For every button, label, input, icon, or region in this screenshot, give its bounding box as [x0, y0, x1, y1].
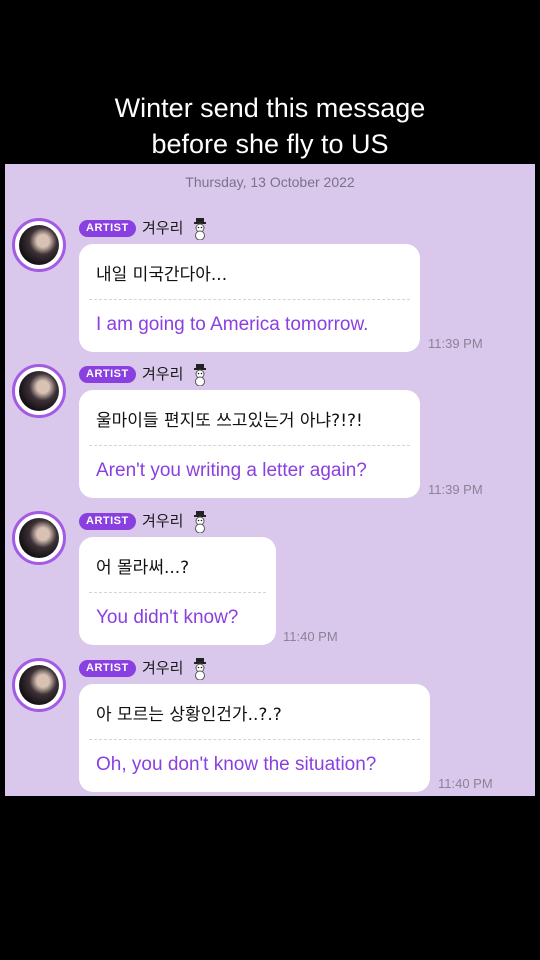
- message-translation: You didn't know?: [96, 607, 239, 628]
- sender-name: 겨우리: [142, 659, 184, 677]
- message-translation: Oh, you don't know the situation?: [96, 754, 377, 775]
- bubble-divider: [89, 739, 420, 740]
- avatar[interactable]: [12, 218, 66, 272]
- bubble-divider: [89, 592, 266, 593]
- artist-badge: ARTIST: [79, 366, 136, 383]
- date-divider: Thursday, 13 October 2022: [185, 174, 355, 190]
- message-bubble[interactable]: 아 모르는 상황인건가..?.? Oh, you don't know the …: [79, 684, 430, 792]
- caption-line-1: Winter send this message: [114, 93, 426, 123]
- message-original-text: 울마이들 편지또 쓰고있는거 아냐?!?!: [96, 411, 363, 431]
- message-original-text: 어 몰라써...?: [96, 558, 190, 578]
- sender-name: 겨우리: [142, 365, 184, 383]
- sender-name: 겨우리: [142, 512, 184, 530]
- chat-screenshot: Thursday, 13 October 2022 ARTIST 겨우리 내일 …: [5, 164, 535, 796]
- message-bubble[interactable]: 내일 미국간다아... I am going to America tomorr…: [79, 244, 420, 352]
- avatar-photo: [19, 225, 59, 265]
- message-translation: I am going to America tomorrow.: [96, 314, 369, 335]
- snowman-icon: [194, 658, 206, 680]
- snowman-icon: [194, 511, 206, 533]
- snowman-icon: [194, 364, 206, 386]
- bubble-divider: [89, 445, 410, 446]
- avatar-photo: [19, 665, 59, 705]
- artist-badge: ARTIST: [79, 660, 136, 677]
- message-bubble[interactable]: 어 몰라써...? You didn't know?: [79, 537, 276, 645]
- avatar[interactable]: [12, 511, 66, 565]
- caption-line-2: before she fly to US: [151, 129, 389, 159]
- sender-name: 겨우리: [142, 219, 184, 237]
- message-time: 11:39 PM: [428, 336, 483, 351]
- bubble-divider: [89, 299, 410, 300]
- message-translation: Aren't you writing a letter again?: [96, 460, 367, 481]
- artist-badge: ARTIST: [79, 220, 136, 237]
- message-time: 11:39 PM: [428, 482, 483, 497]
- avatar[interactable]: [12, 364, 66, 418]
- message-time: 11:40 PM: [283, 629, 338, 644]
- message-original-text: 내일 미국간다아...: [96, 265, 228, 285]
- message-original-text: 아 모르는 상황인건가..?.?: [96, 705, 282, 725]
- message-bubble[interactable]: 울마이들 편지또 쓰고있는거 아냐?!?! Aren't you writing…: [79, 390, 420, 498]
- video-caption: Winter send this message before she fly …: [0, 90, 540, 162]
- artist-badge: ARTIST: [79, 513, 136, 530]
- message-time: 11:40 PM: [438, 776, 493, 791]
- avatar[interactable]: [12, 658, 66, 712]
- snowman-icon: [194, 218, 206, 240]
- avatar-photo: [19, 518, 59, 558]
- avatar-photo: [19, 371, 59, 411]
